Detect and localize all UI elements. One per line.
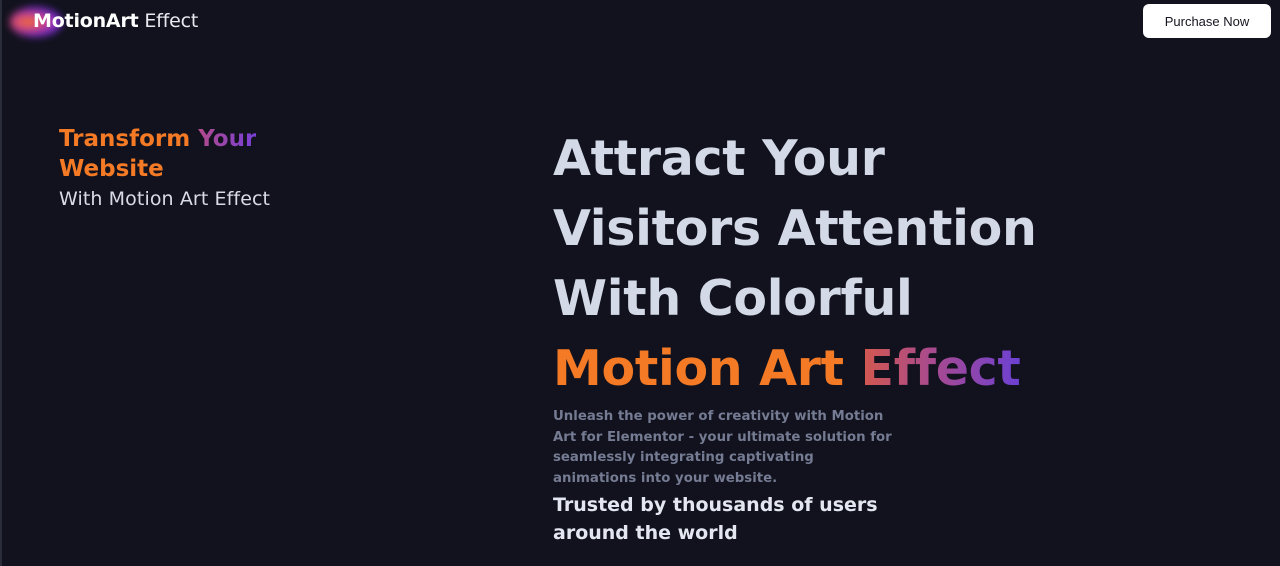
hero-title-line4: Motion Art Effect bbox=[553, 334, 1113, 404]
hero-title-line1: Attract Your bbox=[553, 130, 885, 187]
hero-trusted-text: Trusted by thousands of users around the… bbox=[553, 493, 878, 544]
purchase-now-button[interactable]: Purchase Now bbox=[1143, 4, 1271, 38]
hero-title-orange: Motion Art bbox=[553, 340, 861, 397]
intro-heading-line1: Transform Your bbox=[59, 124, 359, 154]
hero-title-line2: Visitors Attention bbox=[553, 200, 1037, 257]
logo-text-light: Effect bbox=[138, 10, 199, 32]
site-logo[interactable]: MotionArt Effect bbox=[10, 4, 198, 38]
logo-text: MotionArt Effect bbox=[33, 10, 198, 32]
hero-title-gradient: Effect bbox=[860, 340, 1021, 397]
hero-title-line3: With Colorful bbox=[553, 270, 913, 327]
intro-subheading: With Motion Art Effect bbox=[59, 188, 271, 210]
intro-block: Transform Your Website With Motion Art E… bbox=[59, 124, 359, 214]
landing-page: MotionArt Effect Purchase Now Transform … bbox=[0, 0, 1280, 566]
intro-heading-gradient: Your bbox=[198, 126, 257, 152]
hero-section: Attract Your Visitors Attention With Col… bbox=[553, 124, 1113, 547]
logo-text-bold: MotionArt bbox=[33, 10, 139, 32]
hero-description: Unleash the power of creativity with Mot… bbox=[553, 409, 892, 487]
intro-heading-orange: Transform bbox=[59, 126, 199, 152]
intro-heading-line2: Website bbox=[59, 156, 164, 182]
